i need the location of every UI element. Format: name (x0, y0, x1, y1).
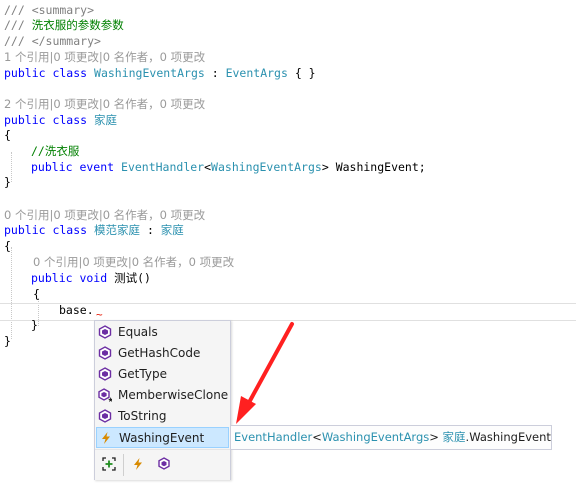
annotation-arrow (236, 322, 294, 424)
